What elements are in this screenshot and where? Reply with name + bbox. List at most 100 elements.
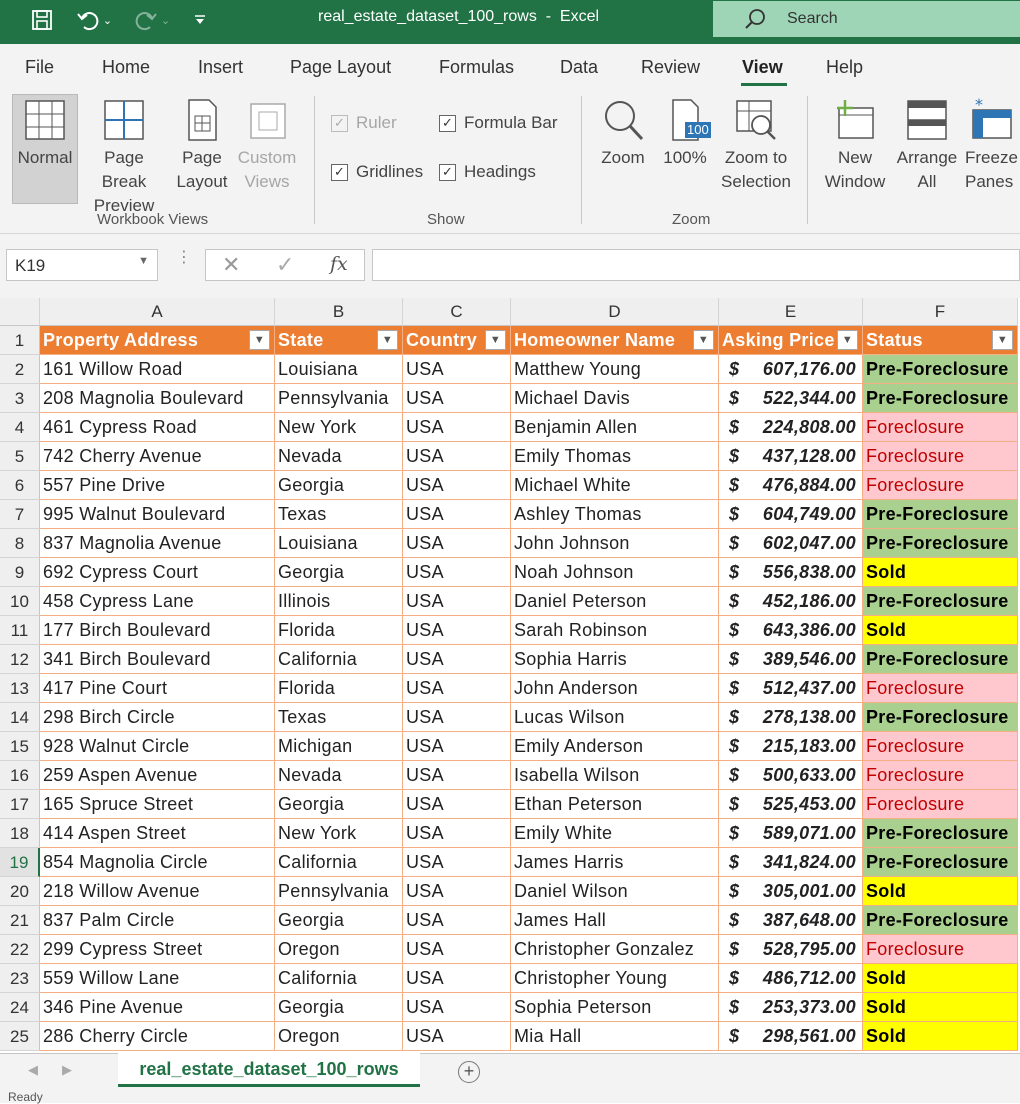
table-cell-address[interactable]: 259 Aspen Avenue: [40, 761, 275, 790]
table-cell-owner[interactable]: Lucas Wilson: [511, 703, 719, 732]
table-cell-state[interactable]: Oregon: [275, 935, 403, 964]
table-cell-owner[interactable]: James Harris: [511, 848, 719, 877]
menu-file[interactable]: File: [25, 57, 54, 78]
table-cell-price[interactable]: $389,546.00: [719, 645, 863, 674]
table-cell-price[interactable]: $224,808.00: [719, 413, 863, 442]
table-cell-state[interactable]: California: [275, 964, 403, 993]
table-cell-state[interactable]: Louisiana: [275, 355, 403, 384]
table-cell-address[interactable]: 559 Willow Lane: [40, 964, 275, 993]
table-cell-price[interactable]: $305,001.00: [719, 877, 863, 906]
table-cell-address[interactable]: 458 Cypress Lane: [40, 587, 275, 616]
table-cell-price[interactable]: $512,437.00: [719, 674, 863, 703]
table-cell-country[interactable]: USA: [403, 761, 511, 790]
table-cell-address[interactable]: 928 Walnut Circle: [40, 732, 275, 761]
tab-scroll-right-icon[interactable]: ▶: [62, 1062, 72, 1078]
row-header[interactable]: 16: [0, 761, 40, 790]
table-cell-owner[interactable]: Benjamin Allen: [511, 413, 719, 442]
table-cell-price[interactable]: $604,749.00: [719, 500, 863, 529]
table-cell-price[interactable]: $341,824.00: [719, 848, 863, 877]
table-header-cell[interactable]: Country ▼: [403, 326, 511, 355]
table-cell-address[interactable]: 692 Cypress Court: [40, 558, 275, 587]
custom-views-button[interactable]: Custom Views: [234, 98, 300, 194]
table-cell-status[interactable]: Foreclosure: [863, 442, 1018, 471]
table-cell-state[interactable]: Oregon: [275, 1022, 403, 1051]
table-cell-address[interactable]: 557 Pine Drive: [40, 471, 275, 500]
table-cell-country[interactable]: USA: [403, 587, 511, 616]
table-cell-owner[interactable]: Michael Davis: [511, 384, 719, 413]
column-header-c[interactable]: C: [403, 298, 511, 326]
table-cell-status[interactable]: Foreclosure: [863, 732, 1018, 761]
table-cell-status[interactable]: Pre-Foreclosure: [863, 355, 1018, 384]
table-cell-country[interactable]: USA: [403, 790, 511, 819]
table-cell-state[interactable]: Georgia: [275, 558, 403, 587]
table-cell-owner[interactable]: Noah Johnson: [511, 558, 719, 587]
menu-data[interactable]: Data: [560, 57, 598, 78]
table-cell-owner[interactable]: John Anderson: [511, 674, 719, 703]
table-cell-owner[interactable]: Mia Hall: [511, 1022, 719, 1051]
filter-dropdown-icon[interactable]: ▼: [485, 330, 506, 350]
table-cell-owner[interactable]: John Johnson: [511, 529, 719, 558]
gridlines-checkbox[interactable]: ✓ Gridlines: [331, 162, 423, 182]
ruler-checkbox[interactable]: ✓ Ruler: [331, 113, 397, 133]
column-header-b[interactable]: B: [275, 298, 403, 326]
menu-help[interactable]: Help: [826, 57, 863, 78]
row-header[interactable]: 7: [0, 500, 40, 529]
tab-scroll-left-icon[interactable]: ◀: [28, 1062, 38, 1078]
table-cell-owner[interactable]: Emily Anderson: [511, 732, 719, 761]
table-cell-owner[interactable]: Sophia Harris: [511, 645, 719, 674]
table-cell-owner[interactable]: James Hall: [511, 906, 719, 935]
table-cell-state[interactable]: California: [275, 848, 403, 877]
row-header[interactable]: 25: [0, 1022, 40, 1051]
table-cell-state[interactable]: Illinois: [275, 587, 403, 616]
table-cell-status[interactable]: Foreclosure: [863, 413, 1018, 442]
row-header[interactable]: 24: [0, 993, 40, 1022]
table-cell-country[interactable]: USA: [403, 529, 511, 558]
table-cell-state[interactable]: Texas: [275, 500, 403, 529]
table-cell-state[interactable]: Georgia: [275, 906, 403, 935]
table-cell-address[interactable]: 177 Birch Boulevard: [40, 616, 275, 645]
table-cell-status[interactable]: Sold: [863, 877, 1018, 906]
table-cell-status[interactable]: Sold: [863, 1022, 1018, 1051]
table-cell-state[interactable]: Louisiana: [275, 529, 403, 558]
row-header[interactable]: 9: [0, 558, 40, 587]
table-cell-price[interactable]: $556,838.00: [719, 558, 863, 587]
table-cell-owner[interactable]: Emily Thomas: [511, 442, 719, 471]
table-cell-status[interactable]: Sold: [863, 558, 1018, 587]
table-cell-state[interactable]: New York: [275, 413, 403, 442]
table-cell-status[interactable]: Pre-Foreclosure: [863, 848, 1018, 877]
table-cell-status[interactable]: Pre-Foreclosure: [863, 384, 1018, 413]
menu-home[interactable]: Home: [102, 57, 150, 78]
search-box[interactable]: Search: [713, 1, 1020, 37]
row-header[interactable]: 4: [0, 413, 40, 442]
table-cell-price[interactable]: $486,712.00: [719, 964, 863, 993]
table-cell-address[interactable]: 208 Magnolia Boulevard: [40, 384, 275, 413]
insert-function-icon[interactable]: fx: [330, 253, 348, 275]
row-header[interactable]: 11: [0, 616, 40, 645]
arrange-all-button[interactable]: Arrange All: [892, 98, 962, 194]
table-cell-address[interactable]: 461 Cypress Road: [40, 413, 275, 442]
row-header[interactable]: 18: [0, 819, 40, 848]
table-cell-owner[interactable]: Ashley Thomas: [511, 500, 719, 529]
freeze-panes-button[interactable]: * Freeze Panes: [962, 98, 1020, 194]
table-cell-status[interactable]: Foreclosure: [863, 761, 1018, 790]
table-cell-address[interactable]: 417 Pine Court: [40, 674, 275, 703]
table-cell-country[interactable]: USA: [403, 442, 511, 471]
table-cell-status[interactable]: Foreclosure: [863, 790, 1018, 819]
row-header[interactable]: 13: [0, 674, 40, 703]
table-cell-price[interactable]: $500,633.00: [719, 761, 863, 790]
menu-review[interactable]: Review: [641, 57, 700, 78]
select-all-corner[interactable]: [0, 298, 40, 326]
table-cell-price[interactable]: $298,561.00: [719, 1022, 863, 1051]
row-header[interactable]: 2: [0, 355, 40, 384]
table-cell-status[interactable]: Pre-Foreclosure: [863, 529, 1018, 558]
table-header-cell[interactable]: Homeowner Name ▼: [511, 326, 719, 355]
table-cell-owner[interactable]: Christopher Young: [511, 964, 719, 993]
row-header[interactable]: 15: [0, 732, 40, 761]
filter-dropdown-icon[interactable]: ▼: [249, 330, 270, 350]
row-header[interactable]: 3: [0, 384, 40, 413]
table-cell-country[interactable]: USA: [403, 645, 511, 674]
table-header-cell[interactable]: Status ▼: [863, 326, 1018, 355]
row-header[interactable]: 21: [0, 906, 40, 935]
new-window-button[interactable]: New Window: [818, 98, 892, 194]
table-cell-price[interactable]: $602,047.00: [719, 529, 863, 558]
